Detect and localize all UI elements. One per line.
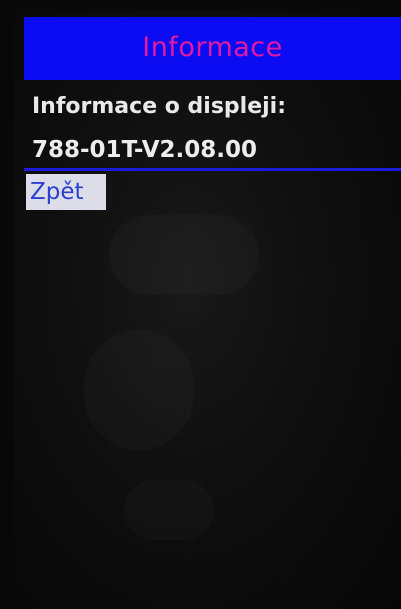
background-reflection	[84, 330, 194, 450]
firmware-version-value: 788-01T-V2.08.00	[32, 137, 258, 163]
background-reflection	[124, 480, 214, 540]
selection-divider	[24, 168, 401, 171]
photo-frame: Informace Informace o displeji: 788-01T-…	[0, 0, 401, 609]
background-reflection	[109, 215, 259, 295]
back-button[interactable]: Zpět	[26, 174, 106, 210]
page-title: Informace	[142, 32, 283, 63]
display-screen: Informace Informace o displeji: 788-01T-…	[14, 10, 401, 609]
title-bar: Informace	[24, 17, 401, 80]
display-info-label: Informace o displeji:	[32, 94, 287, 119]
